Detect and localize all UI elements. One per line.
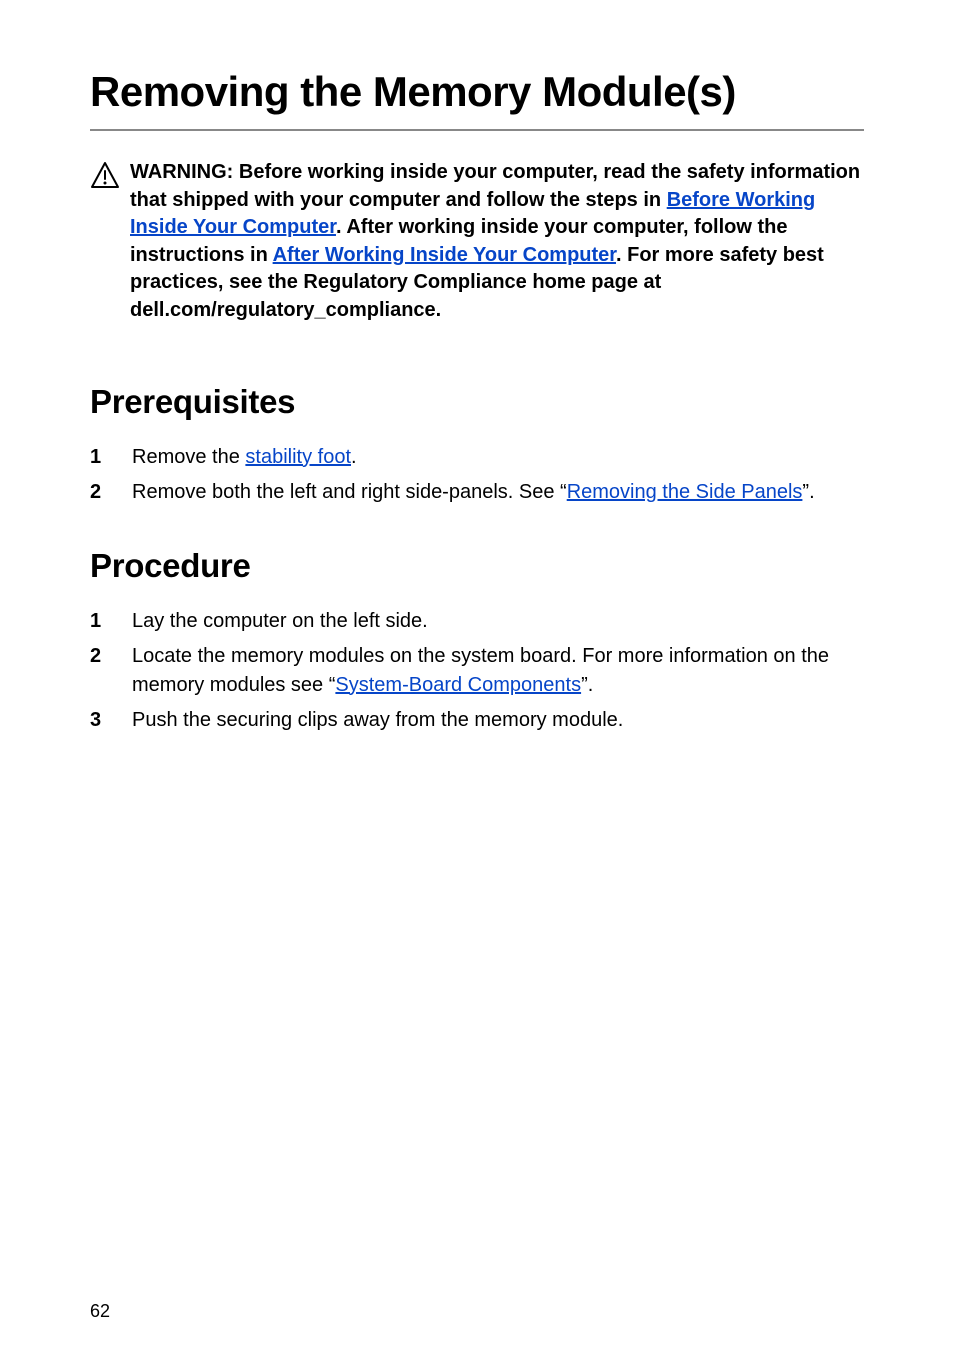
item-text-pre: Lay the computer on the left side. <box>132 610 428 632</box>
warning-triangle-icon <box>90 161 120 189</box>
list-item: Remove the stability foot. <box>90 443 864 472</box>
warning-text: WARNING: Before working inside your comp… <box>130 159 864 325</box>
item-text-post: . <box>351 446 357 468</box>
document-page: Removing the Memory Module(s) WARNING: B… <box>0 0 954 1366</box>
list-item: Locate the memory modules on the system … <box>90 642 864 700</box>
removing-side-panels-link[interactable]: Removing the Side Panels <box>567 481 803 503</box>
list-item: Lay the computer on the left side. <box>90 607 864 636</box>
list-item: Push the securing clips away from the me… <box>90 706 864 735</box>
procedure-heading: Procedure <box>90 547 864 585</box>
warning-block: WARNING: Before working inside your comp… <box>90 159 864 325</box>
page-title: Removing the Memory Module(s) <box>90 70 864 131</box>
system-board-components-link[interactable]: System-Board Components <box>335 674 581 696</box>
item-text-pre: Remove both the left and right side-pane… <box>132 481 567 503</box>
prerequisites-list: Remove the stability foot. Remove both t… <box>90 443 864 507</box>
prerequisites-heading: Prerequisites <box>90 383 864 421</box>
item-text-post: ”. <box>581 674 593 696</box>
item-text-pre: Push the securing clips away from the me… <box>132 709 623 731</box>
page-number: 62 <box>90 1301 110 1322</box>
procedure-list: Lay the computer on the left side. Locat… <box>90 607 864 735</box>
item-text-post: ”. <box>802 481 814 503</box>
after-working-link[interactable]: After Working Inside Your Computer <box>273 244 616 266</box>
item-text-pre: Remove the <box>132 446 245 468</box>
list-item: Remove both the left and right side-pane… <box>90 478 864 507</box>
stability-foot-link[interactable]: stability foot <box>245 446 351 468</box>
